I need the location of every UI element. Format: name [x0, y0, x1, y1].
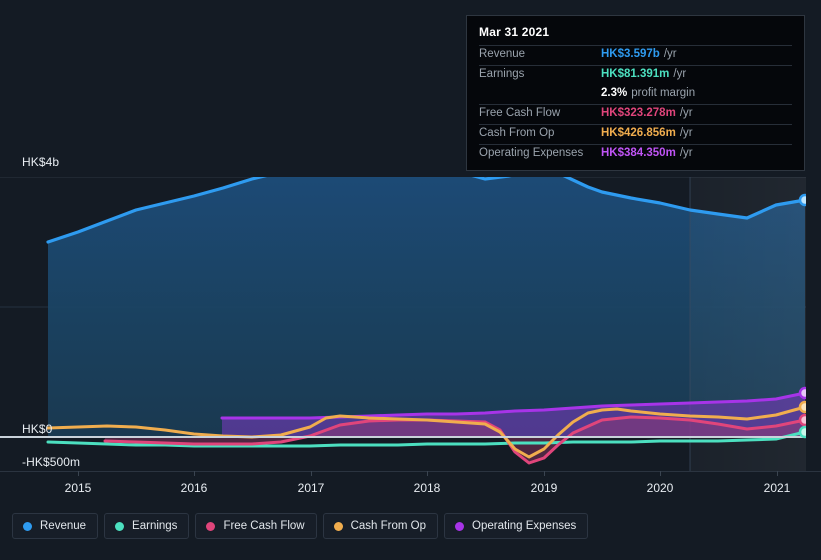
x-axis-tick [544, 471, 545, 476]
legend-dot-revenue-icon [23, 521, 32, 531]
tooltip-label-profit-margin: profit margin [631, 87, 696, 99]
x-axis-line [0, 471, 821, 472]
x-axis-label-2016: 2016 [180, 481, 208, 495]
legend-dot-operating-expenses-icon [455, 521, 465, 531]
tooltip-row-cash-from-op: Cash From Op HK$426.856m /yr [479, 124, 792, 144]
tooltip-unit-operating-expenses: /yr [679, 147, 693, 159]
financial-chart: HK$4b HK$0 -HK$500m 2015 2016 2017 2018 … [0, 0, 821, 560]
y-axis-label-zero: HK$0 [22, 422, 53, 436]
x-axis-label-2017: 2017 [297, 481, 325, 495]
y-axis-label-top: HK$4b [22, 155, 60, 169]
tooltip-value-revenue: HK$3.597b [601, 48, 660, 60]
legend-item-cash-from-op[interactable]: Cash From Op [322, 513, 439, 539]
legend-item-free-cash-flow[interactable]: Free Cash Flow [195, 513, 317, 539]
earnings-endpoint-dot [798, 425, 806, 439]
legend-item-operating-expenses[interactable]: Operating Expenses [444, 513, 589, 539]
tooltip-unit-earnings: /yr [673, 68, 687, 80]
operating-expenses-endpoint-dot [798, 386, 806, 400]
x-axis-tick [194, 471, 195, 476]
legend-item-revenue[interactable]: Revenue [12, 513, 99, 539]
legend-label-cash-from-op: Cash From Op [350, 520, 427, 532]
tooltip-row-revenue: Revenue HK$3.597b /yr [479, 45, 792, 65]
x-axis-label-2019: 2019 [530, 481, 558, 495]
x-axis-label-2020: 2020 [646, 481, 674, 495]
tooltip-value-earnings: HK$81.391m [601, 68, 670, 80]
legend-label-operating-expenses: Operating Expenses [472, 520, 577, 532]
legend-label-earnings: Earnings [132, 520, 178, 532]
tooltip-label-earnings: Earnings [479, 68, 525, 80]
legend-dot-earnings-icon [115, 521, 125, 531]
tooltip-label-free-cash-flow: Free Cash Flow [479, 107, 561, 119]
legend-label-revenue: Revenue [40, 520, 87, 532]
revenue-endpoint-dot [798, 193, 806, 207]
chart-tooltip: Mar 31 2021 Revenue HK$3.597b /yr Earnin… [466, 15, 805, 171]
tooltip-label-cash-from-op: Cash From Op [479, 127, 555, 139]
tooltip-value-free-cash-flow: HK$323.278m [601, 107, 676, 119]
tooltip-value-operating-expenses: HK$384.350m [601, 147, 676, 159]
tooltip-value-cash-from-op: HK$426.856m [601, 127, 676, 139]
tooltip-unit-free-cash-flow: /yr [679, 107, 693, 119]
chart-canvas [0, 177, 806, 471]
tooltip-row-free-cash-flow: Free Cash Flow HK$323.278m /yr [479, 104, 792, 124]
x-axis-tick [660, 471, 661, 476]
tooltip-label-revenue: Revenue [479, 48, 526, 60]
x-axis-tick [427, 471, 428, 476]
tooltip-row-profit-margin: 2.3% profit margin [479, 85, 792, 104]
chart-legend: Revenue Earnings Free Cash Flow Cash Fro… [12, 513, 589, 539]
legend-dot-cash-from-op-icon [333, 521, 343, 531]
cash-from-op-endpoint-dot [798, 400, 806, 414]
free-cash-flow-endpoint-dot [798, 413, 806, 427]
x-axis-tick [311, 471, 312, 476]
legend-label-free-cash-flow: Free Cash Flow [223, 520, 305, 532]
legend-item-earnings[interactable]: Earnings [104, 513, 190, 539]
tooltip-date: Mar 31 2021 [479, 25, 550, 39]
x-axis-tick [78, 471, 79, 476]
x-axis-tick [777, 471, 778, 476]
tooltip-label-operating-expenses: Operating Expenses [479, 147, 584, 159]
x-axis-label-2018: 2018 [413, 481, 441, 495]
x-axis-label-2015: 2015 [64, 481, 92, 495]
legend-dot-free-cash-flow-icon [206, 521, 216, 531]
tooltip-row-earnings: Earnings HK$81.391m /yr [479, 65, 792, 85]
chart-plot-area[interactable] [0, 177, 806, 471]
tooltip-unit-cash-from-op: /yr [679, 127, 693, 139]
tooltip-value-profit-margin: 2.3% [601, 87, 628, 99]
y-axis-label-bottom: -HK$500m [22, 455, 81, 469]
tooltip-row-operating-expenses: Operating Expenses HK$384.350m /yr [479, 144, 792, 164]
x-axis-label-2021: 2021 [763, 481, 791, 495]
tooltip-unit-revenue: /yr [663, 48, 677, 60]
